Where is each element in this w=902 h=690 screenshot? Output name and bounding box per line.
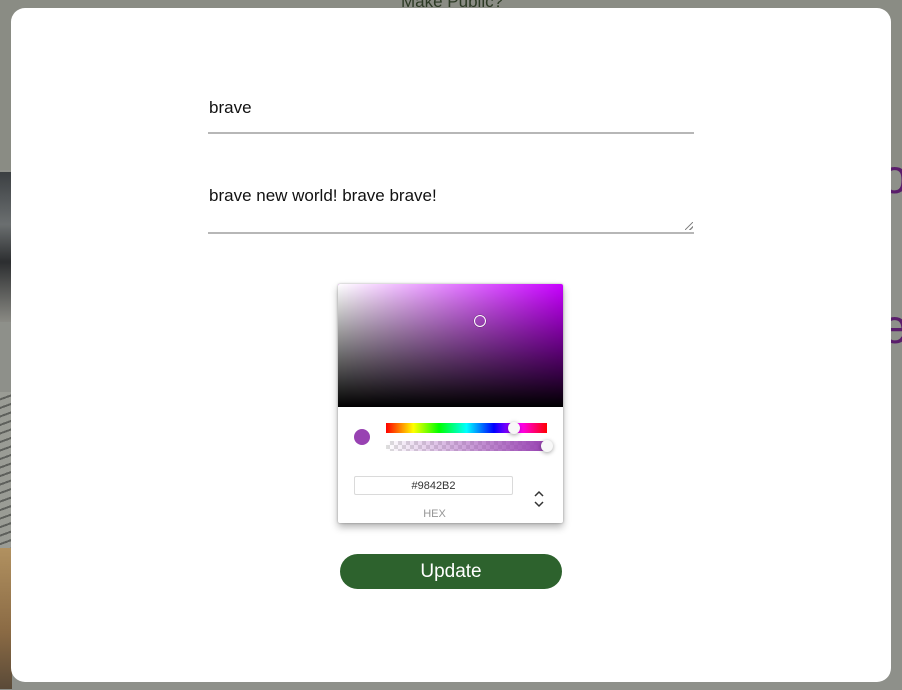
resize-handle-icon[interactable]: [685, 222, 693, 230]
alpha-gradient: [386, 441, 547, 451]
description-textarea[interactable]: brave new world! brave brave!: [209, 186, 679, 226]
chevron-up-down-icon: [534, 490, 544, 508]
color-swatch: [354, 429, 370, 445]
color-picker: HEX: [338, 284, 563, 523]
saturation-black-layer: [338, 284, 563, 407]
saturation-pointer[interactable]: [473, 314, 486, 327]
format-toggle-button[interactable]: [528, 488, 550, 510]
alpha-slider-handle[interactable]: [541, 440, 553, 452]
title-input[interactable]: [209, 96, 679, 120]
description-field: brave new world! brave brave!: [208, 180, 694, 234]
hex-input[interactable]: [354, 476, 513, 495]
hex-label: HEX: [423, 508, 446, 520]
hue-slider-handle[interactable]: [507, 422, 520, 434]
edit-modal: brave new world! brave brave! HEX Update: [11, 8, 891, 682]
hue-slider[interactable]: [386, 422, 547, 434]
saturation-area[interactable]: [338, 284, 563, 407]
alpha-slider[interactable]: [386, 440, 553, 452]
title-field: [208, 94, 694, 134]
update-button[interactable]: Update: [340, 554, 562, 589]
